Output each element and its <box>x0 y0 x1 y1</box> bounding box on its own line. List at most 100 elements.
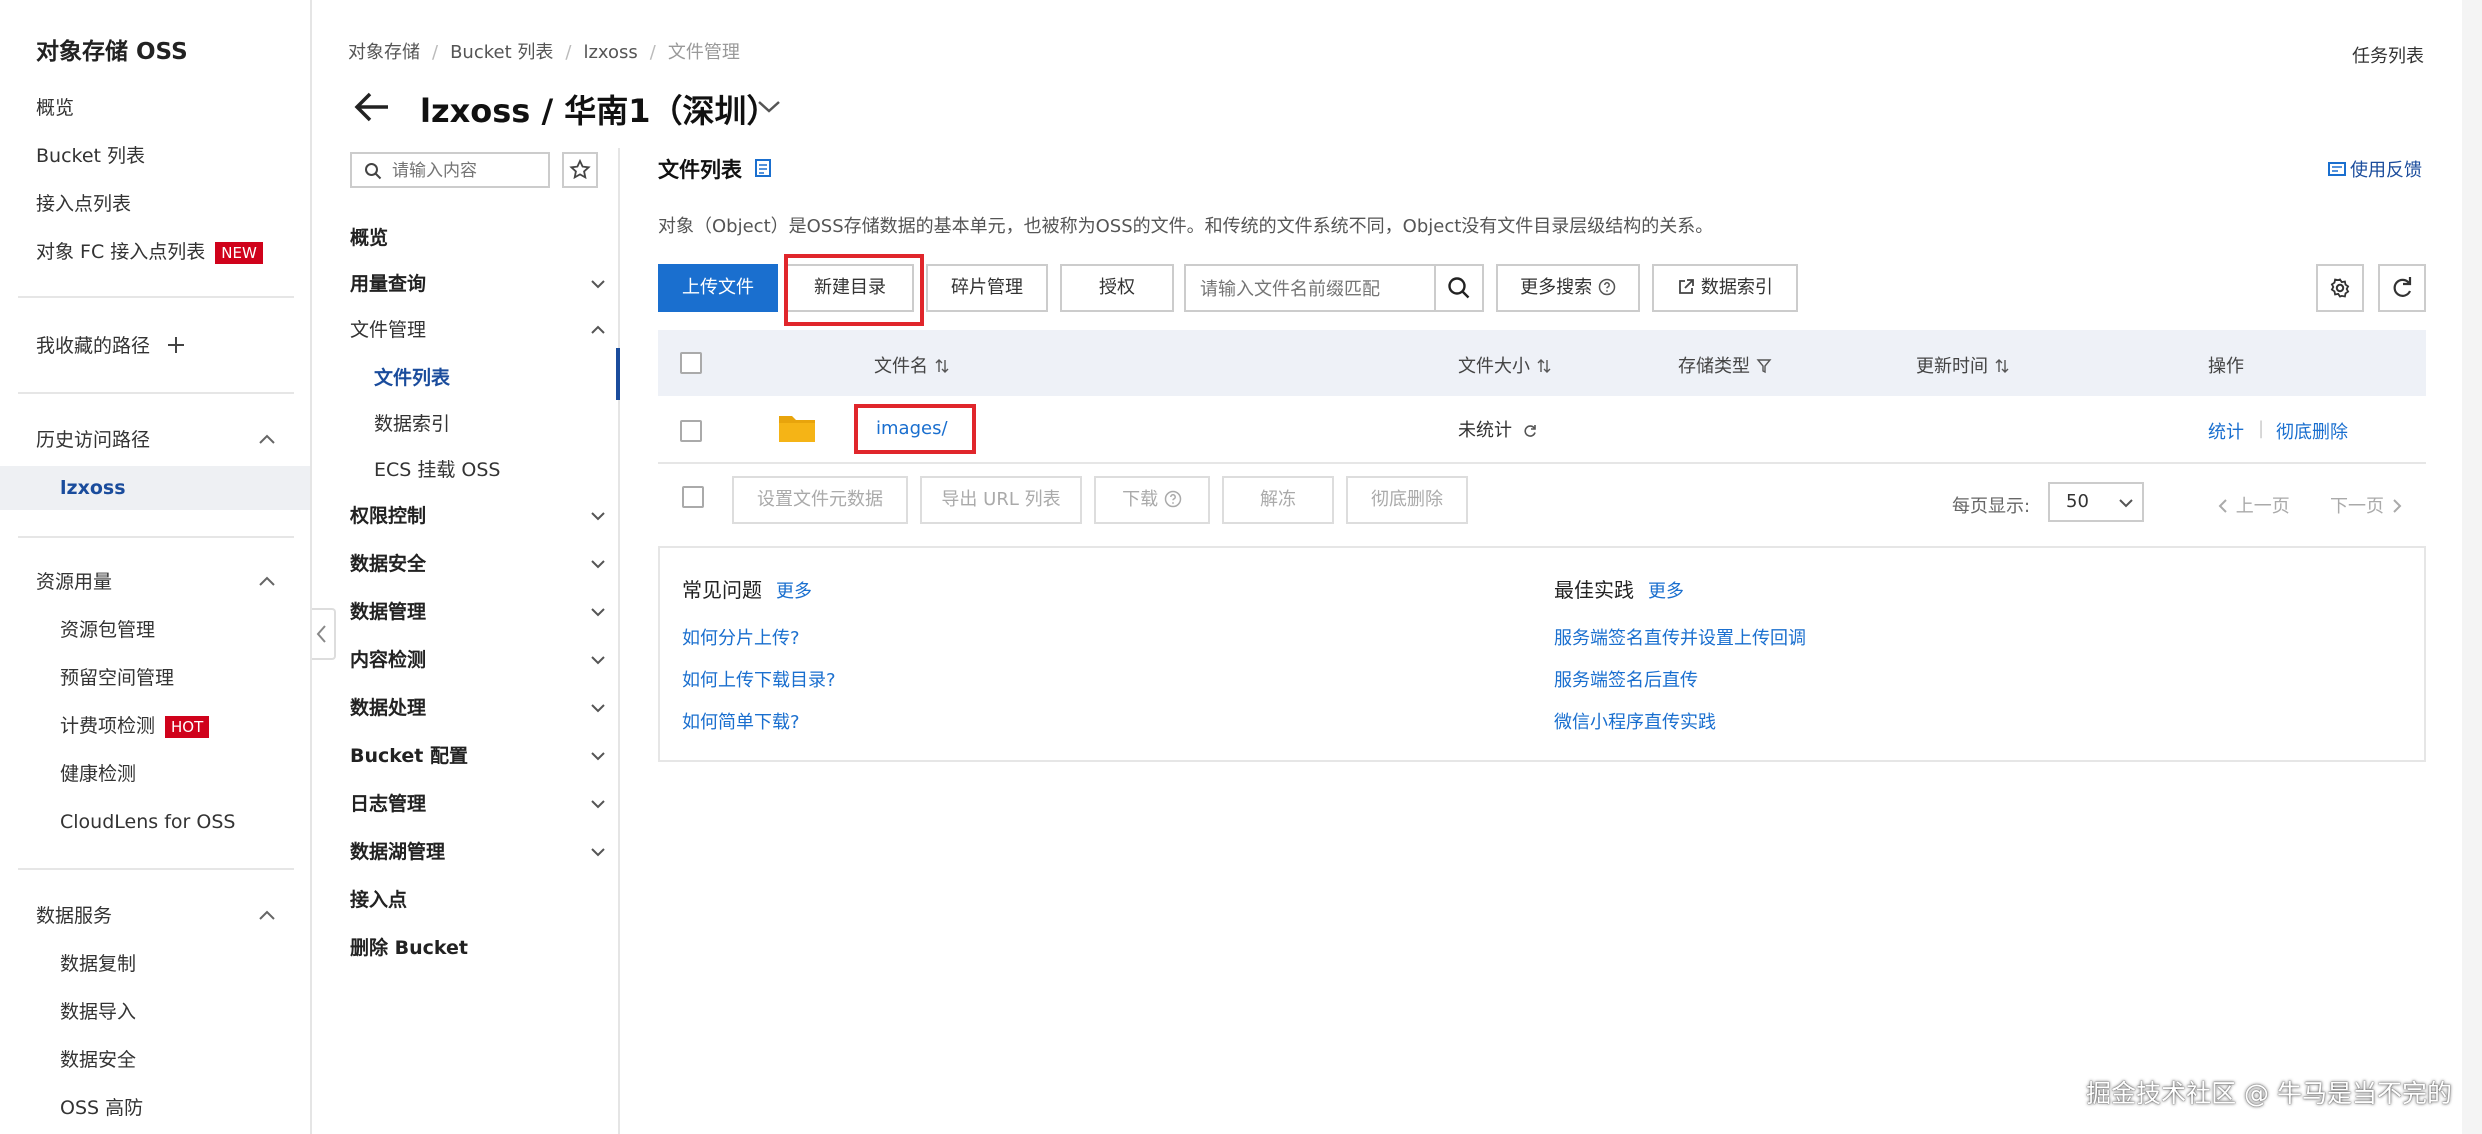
fragment-management-button[interactable]: 碎片管理 <box>926 264 1048 312</box>
select-all-checkbox[interactable] <box>680 352 702 374</box>
menu-data-index[interactable]: 数据索引 <box>374 408 450 440</box>
settings-button[interactable] <box>2316 264 2364 312</box>
chevron-up-icon[interactable] <box>258 907 276 925</box>
download-button[interactable]: 下载 <box>1094 476 1210 524</box>
file-search-input[interactable] <box>1200 276 1420 302</box>
menu-data-processing[interactable]: 数据处理 <box>350 692 426 724</box>
sidebar-item-access-points[interactable]: 接入点列表 <box>36 188 131 220</box>
chevron-up-icon[interactable] <box>258 431 276 449</box>
sidebar-item-resource-packs[interactable]: 资源包管理 <box>60 614 155 646</box>
chevron-down-icon[interactable] <box>756 96 782 116</box>
refresh-button[interactable] <box>2378 264 2426 312</box>
task-list-link[interactable]: 任务列表 <box>2352 42 2424 68</box>
menu-log-management[interactable]: 日志管理 <box>350 788 426 820</box>
menu-data-security[interactable]: 数据安全 <box>350 548 426 580</box>
sidebar-item-data-import[interactable]: 数据导入 <box>60 996 136 1028</box>
column-header-size[interactable]: 文件大小 <box>1458 352 1552 378</box>
export-url-button[interactable]: 导出 URL 列表 <box>920 476 1082 524</box>
chevron-down-icon[interactable] <box>590 652 606 668</box>
menu-access-point[interactable]: 接入点 <box>350 884 407 916</box>
bulk-delete-button[interactable]: 彻底删除 <box>1346 476 1468 524</box>
sidebar-item-label: 我收藏的路径 <box>36 335 151 357</box>
faq-more-link[interactable]: 更多 <box>776 581 812 602</box>
file-search-box[interactable] <box>1184 264 1474 312</box>
menu-delete-bucket[interactable]: 删除 Bucket <box>350 932 468 964</box>
feedback-link[interactable]: 使用反馈 <box>2328 156 2422 182</box>
sidebar-item-billing-check[interactable]: 计费项检测 HOT <box>60 710 210 742</box>
action-separator: | <box>2258 418 2265 439</box>
best-practice-link[interactable]: 服务端签名直传并设置上传回调 <box>1554 624 1806 650</box>
restore-button[interactable]: 解冻 <box>1222 476 1334 524</box>
faq-link[interactable]: 如何分片上传? <box>682 624 800 650</box>
chevron-down-icon[interactable] <box>590 796 606 812</box>
menu-overview[interactable]: 概览 <box>350 222 388 254</box>
sidebar-collapse-toggle[interactable] <box>312 608 336 660</box>
menu-bucket-config[interactable]: Bucket 配置 <box>350 740 468 772</box>
sidebar-item-data-replication[interactable]: 数据复制 <box>60 948 136 980</box>
sidebar-item-favorites[interactable]: 我收藏的路径 <box>36 330 186 362</box>
sidebar-item-history-lzxoss[interactable]: lzxoss <box>60 472 126 504</box>
authorize-button[interactable]: 授权 <box>1060 264 1174 312</box>
upload-button[interactable]: 上传文件 <box>658 264 778 312</box>
row-checkbox[interactable] <box>680 420 702 442</box>
set-metadata-button[interactable]: 设置文件元数据 <box>732 476 908 524</box>
menu-search-box[interactable] <box>350 152 550 188</box>
column-header-filename[interactable]: 文件名 <box>874 352 950 378</box>
breadcrumb-bucket[interactable]: lzxoss <box>583 42 637 63</box>
chevron-right-icon <box>2393 499 2402 513</box>
best-practice-link[interactable]: 微信小程序直传实践 <box>1554 708 1716 734</box>
scrollbar[interactable] <box>2462 0 2482 1134</box>
menu-file-management[interactable]: 文件管理 <box>350 314 426 346</box>
back-arrow-icon[interactable] <box>352 90 392 124</box>
menu-search-input[interactable] <box>392 158 542 184</box>
plus-icon[interactable] <box>166 335 186 355</box>
menu-data-management[interactable]: 数据管理 <box>350 596 426 628</box>
sidebar-section-history[interactable]: 历史访问路径 <box>36 424 150 456</box>
sidebar-item-fc-access-points[interactable]: 对象 FC 接入点列表 NEW <box>36 236 263 268</box>
sidebar-item-oss-ddos[interactable]: OSS 高防 <box>60 1092 143 1124</box>
chevron-up-icon[interactable] <box>590 322 606 338</box>
chevron-down-icon[interactable] <box>590 604 606 620</box>
document-icon[interactable] <box>754 158 772 178</box>
menu-data-lake[interactable]: 数据湖管理 <box>350 836 445 868</box>
menu-content-moderation[interactable]: 内容检测 <box>350 644 426 676</box>
menu-file-list[interactable]: 文件列表 <box>374 362 450 394</box>
chevron-down-icon[interactable] <box>590 276 606 292</box>
column-header-storage-class[interactable]: 存储类型 <box>1678 352 1772 378</box>
chevron-down-icon[interactable] <box>590 844 606 860</box>
breadcrumb-oss[interactable]: 对象存储 <box>348 38 420 64</box>
faq-link[interactable]: 如何上传下载目录? <box>682 666 836 692</box>
best-practice-more-link[interactable]: 更多 <box>1648 581 1684 602</box>
chevron-down-icon[interactable] <box>590 700 606 716</box>
sidebar-item-cloudlens[interactable]: CloudLens for OSS <box>60 806 235 838</box>
chevron-down-icon[interactable] <box>590 748 606 764</box>
sidebar-item-data-security[interactable]: 数据安全 <box>60 1044 136 1076</box>
column-header-updated[interactable]: 更新时间 <box>1916 352 2010 378</box>
sidebar-item-health-check[interactable]: 健康检测 <box>60 758 136 790</box>
best-practice-link[interactable]: 服务端签名后直传 <box>1554 666 1698 692</box>
prev-page-button[interactable]: 上一页 <box>2216 492 2290 518</box>
sidebar-item-bucket-list[interactable]: Bucket 列表 <box>36 140 145 172</box>
chevron-up-icon[interactable] <box>258 573 276 591</box>
faq-link[interactable]: 如何简单下载? <box>682 708 800 734</box>
breadcrumb-bucket-list[interactable]: Bucket 列表 <box>450 38 553 64</box>
refresh-icon[interactable] <box>1522 423 1538 439</box>
data-index-button[interactable]: 数据索引 <box>1652 264 1798 312</box>
sidebar-item-overview[interactable]: 概览 <box>36 92 74 124</box>
bulk-select-checkbox[interactable] <box>682 486 704 508</box>
more-search-button[interactable]: 更多搜索 <box>1496 264 1640 312</box>
menu-ecs-mount[interactable]: ECS 挂载 OSS <box>374 454 501 486</box>
menu-usage[interactable]: 用量查询 <box>350 268 426 300</box>
sidebar-item-reserved-space[interactable]: 预留空间管理 <box>60 662 174 694</box>
stat-action-link[interactable]: 统计 <box>2208 418 2244 444</box>
chevron-down-icon[interactable] <box>590 556 606 572</box>
chevron-down-icon[interactable] <box>590 508 606 524</box>
next-page-button[interactable]: 下一页 <box>2330 492 2404 518</box>
sidebar-section-data-services[interactable]: 数据服务 <box>36 900 112 932</box>
menu-access-control[interactable]: 权限控制 <box>350 500 426 532</box>
file-search-button[interactable] <box>1434 264 1484 312</box>
sidebar-section-resources[interactable]: 资源用量 <box>36 566 112 598</box>
favorite-button[interactable] <box>562 152 598 188</box>
per-page-select[interactable]: 50 <box>2048 482 2144 522</box>
delete-action-link[interactable]: 彻底删除 <box>2276 418 2348 444</box>
